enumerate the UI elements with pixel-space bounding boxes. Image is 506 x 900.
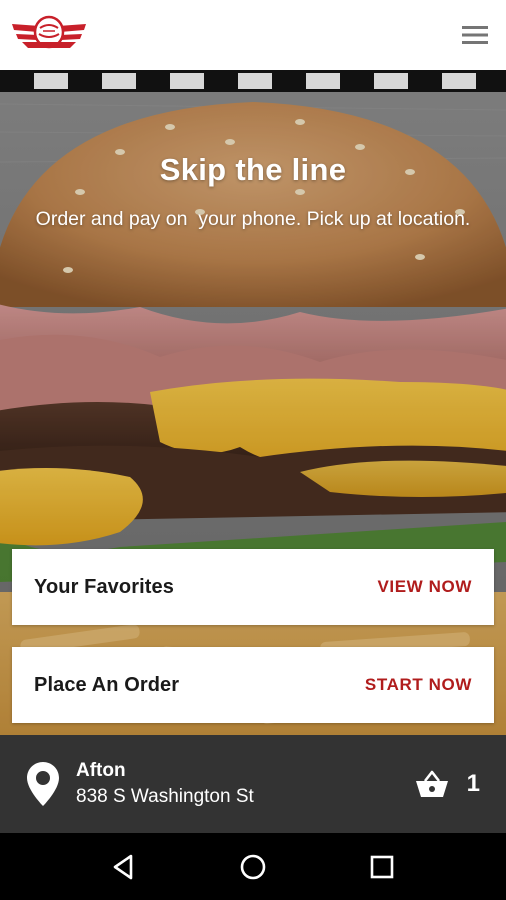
store-info[interactable]: Afton 838 S Washington St — [76, 760, 415, 808]
restaurant-logo-icon — [12, 15, 86, 49]
store-name: Afton — [76, 760, 126, 781]
favorites-label: Your Favorites — [34, 575, 174, 598]
checkered-banner — [0, 70, 506, 92]
recents-button[interactable] — [362, 847, 402, 887]
burger-photo — [0, 92, 506, 735]
start-now-button[interactable]: START NOW — [365, 675, 472, 695]
home-button[interactable] — [233, 847, 273, 887]
menu-button[interactable] — [458, 18, 492, 52]
cart-count: 1 — [466, 770, 480, 797]
location-pin-icon — [27, 762, 59, 806]
cart-button[interactable]: 1 — [415, 770, 480, 798]
hamburger-menu-icon — [462, 26, 488, 44]
back-button[interactable] — [104, 847, 144, 887]
hero-banner: Skip the line Order and pay on your phon… — [0, 92, 506, 735]
favorites-card[interactable]: Your Favorites VIEW NOW — [12, 549, 494, 625]
home-circle-icon — [240, 854, 266, 879]
back-triangle-icon — [114, 854, 133, 879]
app-bar — [0, 0, 506, 70]
hero-subtitle: Order and pay on your phone. Pick up at … — [35, 208, 471, 230]
basket-icon — [415, 770, 448, 797]
recents-square-icon — [370, 855, 393, 878]
place-order-card[interactable]: Place An Order START NOW — [12, 647, 494, 723]
logo[interactable] — [10, 12, 88, 58]
hero-title: Skip the line — [159, 152, 347, 187]
store-address: 838 S Washington St — [76, 786, 254, 807]
system-navigation-bar — [0, 833, 506, 900]
view-now-button[interactable]: VIEW NOW — [377, 577, 472, 597]
place-order-label: Place An Order — [34, 673, 180, 696]
location-bar[interactable]: Afton 838 S Washington St 1 — [0, 735, 506, 833]
